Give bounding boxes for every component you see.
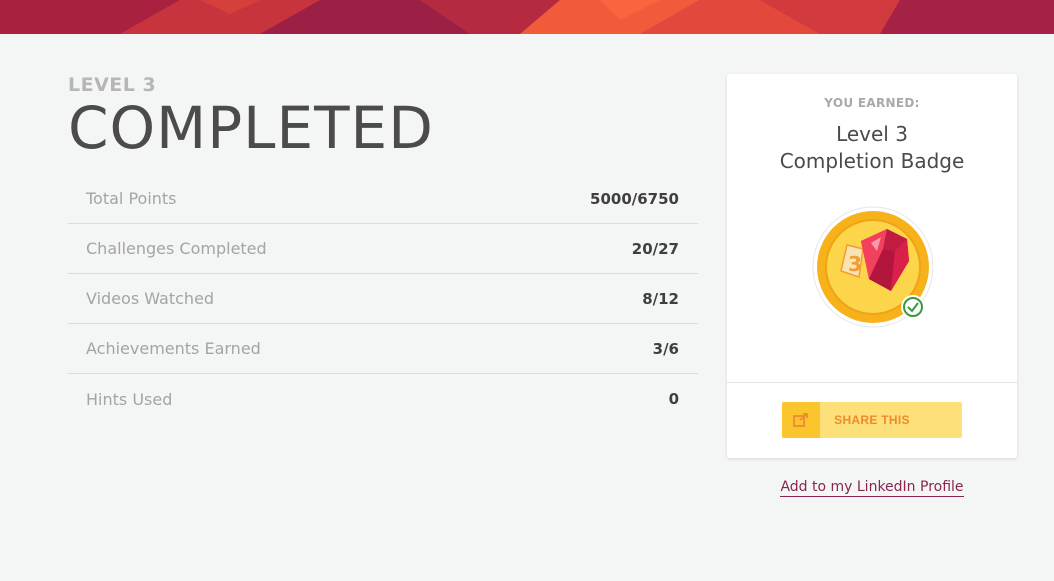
stat-label: Hints Used [86, 389, 173, 409]
stat-row-achievements: Achievements Earned 3/6 [68, 324, 698, 374]
banner-pattern [0, 0, 1054, 34]
stat-label: Challenges Completed [86, 239, 267, 258]
share-button[interactable]: SHARE THIS [782, 402, 962, 438]
checkmark-icon [901, 295, 925, 319]
badge-title-line2: Completion Badge [779, 149, 965, 173]
header-banner [0, 0, 1054, 34]
stat-label: Videos Watched [86, 289, 215, 308]
stat-row-videos: Videos Watched 8/12 [68, 274, 698, 324]
level-summary: LEVEL 3 COMPLETED Total Points 5000/6750… [68, 72, 698, 409]
gem-badge-icon: 3 [811, 205, 935, 329]
stat-value: 20/27 [631, 239, 679, 258]
stats-list: Total Points 5000/6750 Challenges Comple… [68, 174, 698, 424]
stat-row-total-points: Total Points 5000/6750 [68, 174, 698, 224]
share-icon [782, 402, 820, 438]
earned-label: YOU EARNED: [824, 96, 920, 110]
linkedin-link-label: Add to my LinkedIn Profile [780, 479, 964, 497]
badge-card: YOU EARNED: Level 3 Completion Badge 3 S… [727, 74, 1017, 458]
badge-title: Level 3 Completion Badge [727, 121, 1017, 175]
badge-title-line1: Level 3 [836, 122, 908, 146]
linkedin-link[interactable]: Add to my LinkedIn Profile [727, 479, 1017, 497]
stat-label: Total Points [86, 189, 177, 208]
share-button-label: SHARE THIS [834, 413, 910, 427]
stat-value: 5000/6750 [590, 189, 679, 208]
stat-row-hints: Hints Used 0 [68, 374, 698, 424]
badge-number: 3 [848, 252, 862, 276]
stat-value: 3/6 [652, 339, 679, 358]
stat-value: 0 [668, 390, 679, 408]
card-divider [727, 382, 1017, 383]
stat-label: Achievements Earned [86, 339, 261, 358]
stat-value: 8/12 [642, 289, 679, 308]
page-title: COMPLETED [68, 94, 434, 162]
stat-row-challenges: Challenges Completed 20/27 [68, 224, 698, 274]
